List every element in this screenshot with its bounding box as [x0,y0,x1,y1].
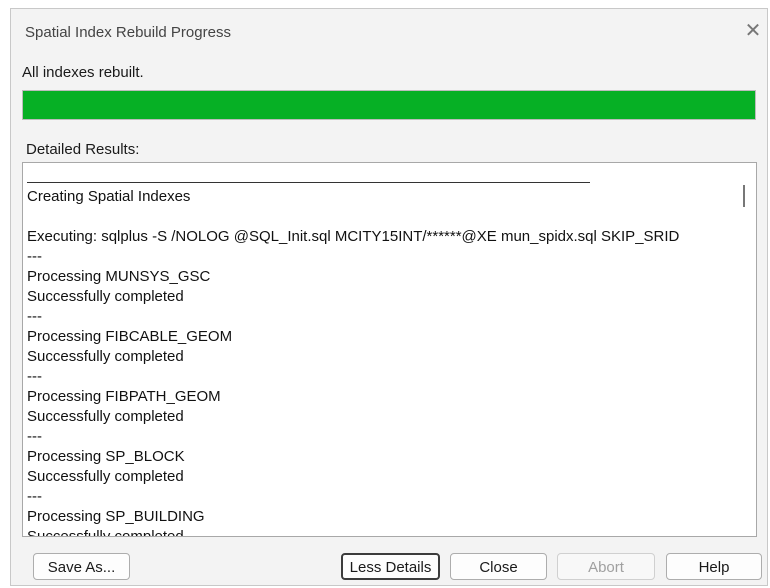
progress-bar-fill [23,91,755,119]
details-line: Processing MUNSYS_GSC [27,268,211,285]
close-button[interactable]: Close [450,553,547,580]
details-line: --- [27,248,42,265]
details-line: --- [27,368,42,385]
details-line: Successfully completed [27,468,184,485]
scrollbar-thumb[interactable] [743,185,745,207]
details-line: Processing SP_BUILDING [27,508,205,525]
details-line: Processing FIBCABLE_GEOM [27,328,233,345]
details-label: Detailed Results: [26,141,140,158]
separator-line [27,182,590,183]
close-icon[interactable]: ✕ [739,17,767,45]
help-button[interactable]: Help [666,553,762,580]
status-text: All indexes rebuilt. [22,64,144,81]
progress-bar [22,90,756,120]
details-line: Executing: sqlplus -S /NOLOG @SQL_Init.s… [27,228,680,245]
details-line: --- [27,308,42,325]
details-line: Creating Spatial Indexes [27,188,191,205]
details-line: Processing SP_BLOCK [27,448,185,465]
details-line: Successfully completed [27,527,734,536]
details-line: Successfully completed [27,408,184,425]
save-as-button[interactable]: Save As... [33,553,130,580]
details-line: Successfully completed [27,288,184,305]
dialog-title: Spatial Index Rebuild Progress [25,24,231,41]
details-line: --- [27,488,42,505]
details-line: Successfully completed [27,348,184,365]
details-lines: Creating Spatial Indexes Executing: sqlp… [27,187,734,536]
details-line: Processing FIBPATH_GEOM [27,388,221,405]
details-line: --- [27,428,42,445]
abort-button[interactable]: Abort [557,553,655,580]
details-blank-line [27,207,734,227]
vertical-scrollbar[interactable] [734,163,756,536]
details-text-area[interactable]: Creating Spatial Indexes Executing: sqlp… [22,162,757,537]
title-bar: Spatial Index Rebuild Progress ✕ [11,9,767,53]
less-details-button[interactable]: Less Details [341,553,440,580]
